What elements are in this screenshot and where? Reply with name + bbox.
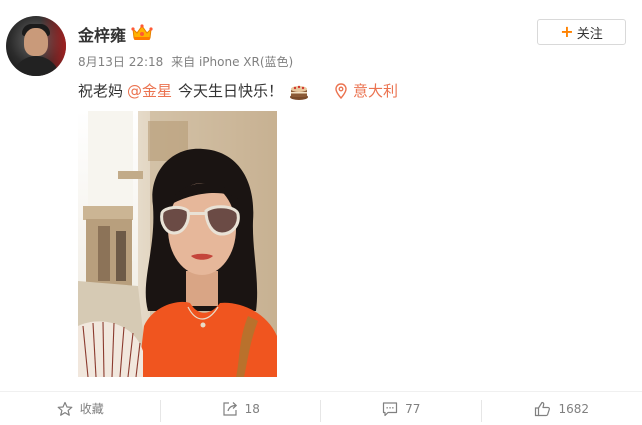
thumbs-up-icon: [535, 401, 551, 416]
like-button[interactable]: 1682: [482, 392, 642, 425]
text-suffix: 今天生日快乐！: [178, 82, 284, 100]
post-time[interactable]: 8月13日 22:18: [78, 55, 163, 69]
post-meta: 8月13日 22:18 来自 iPhone XR(蓝色): [78, 53, 297, 70]
post-source: 来自 iPhone XR(蓝色): [171, 55, 294, 69]
star-icon: [57, 401, 73, 416]
post-text: 祝老妈 @金星 今天生日快乐！ 意大利: [78, 80, 398, 101]
action-separator: [320, 400, 321, 422]
action-separator: [160, 400, 161, 422]
location-pin-icon: [335, 82, 347, 99]
location-label: 意大利: [353, 82, 399, 100]
birthday-cake-icon: [290, 85, 309, 100]
text-prefix: 祝老妈: [78, 82, 124, 100]
follow-label: 关注: [576, 26, 603, 42]
photo-image: [78, 111, 277, 377]
plus-icon: +: [560, 22, 574, 41]
post-photo[interactable]: [78, 111, 277, 377]
action-bar: 收藏 18 77 1682: [0, 392, 642, 425]
favorite-label: 收藏: [79, 402, 104, 416]
repost-count: 18: [244, 401, 260, 416]
comment-count: 77: [405, 401, 421, 416]
share-icon: [223, 401, 237, 416]
username[interactable]: 金梓雍: [78, 22, 126, 46]
like-count: 1682: [558, 401, 590, 416]
location-link[interactable]: 意大利: [335, 80, 398, 101]
favorite-button[interactable]: 收藏: [0, 392, 161, 425]
action-separator: [481, 400, 482, 422]
avatar[interactable]: [6, 16, 66, 76]
mention-link[interactable]: @金星: [127, 80, 172, 101]
comment-icon: [383, 401, 398, 416]
weibo-post: 金梓雍 8月13日 22:18 来自 iPhone XR(蓝色) + 关注 祝老…: [0, 0, 642, 425]
follow-button[interactable]: + 关注: [537, 19, 626, 45]
comment-button[interactable]: 77: [321, 392, 482, 425]
repost-button[interactable]: 18: [161, 392, 322, 425]
vip-crown-icon: [131, 24, 153, 40]
